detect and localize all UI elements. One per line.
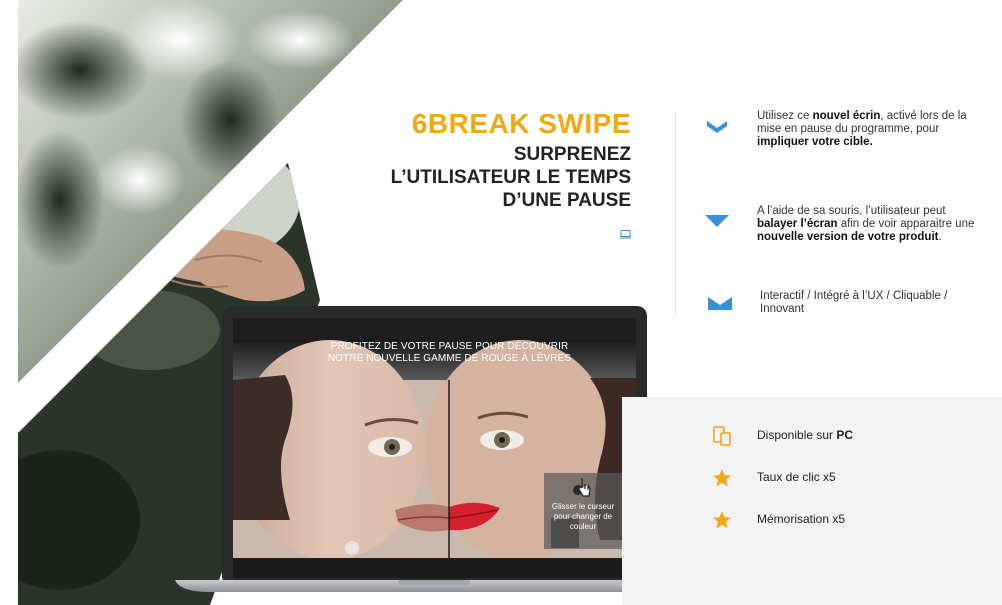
feature-text-run: A l’aide de sa souris, l’utilisateur peu… (757, 205, 946, 217)
divider (675, 112, 676, 317)
feature-text-run: . (938, 231, 942, 243)
feature-text-run: Interactif / Intégré à l’UX / Cliquable … (760, 290, 948, 302)
cursor-hint-line: couleur (569, 522, 597, 531)
cursor-hint-line: pour changer de (553, 512, 613, 521)
screen-caption-line: NOTRE NOUVELLE GAMME DE ROUGE À LÈVRES (327, 353, 572, 364)
brand-title: 6BREAK SWIPE (411, 108, 631, 139)
hand-cursor-icon (573, 478, 591, 497)
feature-text-bold: nouvelle version de votre produit (757, 231, 939, 243)
cursor-hint-line: Glisser le curseur (551, 502, 615, 511)
feature-text: A l’aide de sa souris, l’utilisateur peu… (757, 205, 974, 244)
feature-line: impliquer votre cible. (757, 136, 967, 149)
feature-text-bold: balayer l’écran (757, 218, 838, 230)
screen-caption-line: PROFITEZ DE VOTRE PAUSE POUR DÉCOUVRIR (330, 341, 569, 352)
m-shape-icon (708, 297, 732, 310)
feature-text-run: afin de voir apparaitre une (837, 218, 975, 230)
headline-line: D’UNE PAUSE (502, 190, 631, 211)
feature-text-bold: impliquer votre cible. (757, 136, 873, 148)
headline-line: L’UTILISATEUR LE TEMPS (390, 167, 631, 188)
feature-line: Innovant (760, 303, 947, 316)
star-icon (713, 511, 731, 529)
star-icon (713, 469, 731, 487)
feature-text-run: mise en pause du programme, pour (757, 123, 940, 135)
feature-line: Interactif / Intégré à l’UX / Cliquable … (760, 290, 947, 303)
headline-line: SURPRENEZ (513, 144, 631, 165)
cursor-hint-text: Glisser le curseur pour changer de coule… (546, 502, 620, 532)
feature-text-run: , activé lors de la (880, 110, 967, 122)
chevron-down-icon (707, 121, 727, 133)
feature-text: Utilisez ce nouvel écrin, activé lors de… (757, 110, 967, 149)
stat-prefix: Disponible sur (757, 428, 837, 442)
feature-line: mise en pause du programme, pour (757, 123, 967, 136)
feature-line: A l’aide de sa souris, l’utilisateur peu… (757, 205, 974, 218)
feature-text: Interactif / Intégré à l’UX / Cliquable … (760, 290, 947, 316)
stat-bold: PC (836, 428, 854, 442)
laptop-icon (620, 230, 631, 239)
stat-text: Disponible sur PC (757, 428, 853, 442)
feature-line: balayer l’écran afin de voir apparaitre … (757, 218, 974, 231)
title-block: 6BREAK SWIPE SURPRENEZ L’UTILISATEUR LE … (391, 108, 631, 212)
headline: SURPRENEZ L’UTILISATEUR LE TEMPS D’UNE P… (391, 143, 631, 212)
feature-line: Utilisez ce nouvel écrin, activé lors de… (757, 110, 967, 123)
feature-text-run: Utilisez ce (757, 110, 813, 122)
stat-text: Taux de clic x5 (757, 470, 836, 484)
feature-text-bold: nouvel écrin (812, 110, 881, 122)
screen-caption: PROFITEZ DE VOTRE PAUSE POUR DÉCOUVRIR N… (262, 341, 637, 365)
feature-text-run: Innovant (760, 303, 805, 315)
devices-icon (713, 426, 731, 446)
cursor-hint-box[interactable]: Glisser le curseur pour changer de coule… (544, 473, 622, 549)
stat-text: Mémorisation x5 (757, 512, 846, 526)
triangle-down-icon (705, 215, 729, 227)
feature-line: nouvelle version de votre produit. (757, 231, 974, 244)
